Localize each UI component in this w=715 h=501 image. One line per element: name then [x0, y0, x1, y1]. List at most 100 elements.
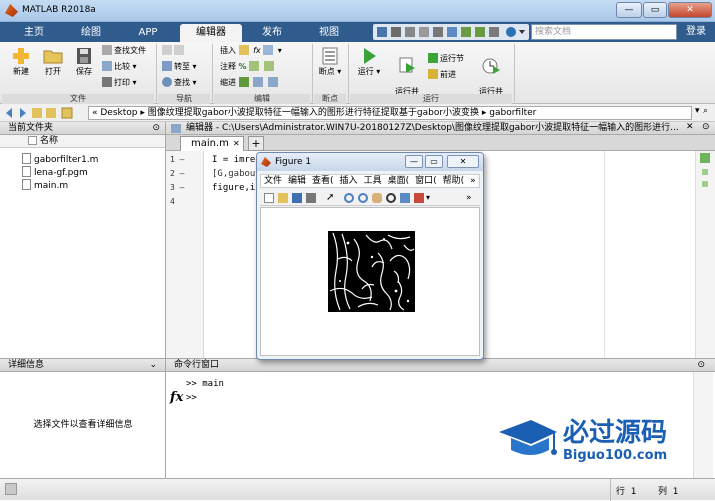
- run-button[interactable]: 运行 ▾: [354, 47, 384, 77]
- brush-dropdown-icon[interactable]: ▾: [426, 193, 436, 203]
- tab-home[interactable]: 主页: [4, 24, 64, 42]
- editor-tab-main[interactable]: main.m ✕: [180, 136, 244, 151]
- open-button[interactable]: 打开: [38, 47, 68, 77]
- group-divider: [348, 44, 349, 102]
- quick-access-toolbar: [373, 24, 529, 40]
- editor-path: 编辑器 - C:\Users\Administrator.WIN7U-20180…: [186, 123, 679, 133]
- insert-function-icon: [263, 45, 274, 55]
- group-divider: [312, 44, 313, 102]
- new-tab-button[interactable]: +: [248, 136, 264, 151]
- pointer-icon[interactable]: ➚: [326, 193, 336, 203]
- run-section-button[interactable]: 运行节: [428, 53, 464, 65]
- editor-scrollbar[interactable]: [695, 151, 715, 358]
- figure-title-bar[interactable]: Figure 1 — ▭ ✕: [257, 153, 483, 171]
- file-item[interactable]: lena-gf.pgm: [22, 166, 88, 179]
- command-window-menu-icon[interactable]: ⊙: [697, 359, 705, 372]
- minimize-button[interactable]: —: [616, 2, 642, 18]
- editor-close-icon[interactable]: ✕: [686, 122, 694, 132]
- folder-search-icon[interactable]: ⌕: [703, 106, 708, 116]
- find-files-button[interactable]: 查找文件: [102, 45, 146, 57]
- advance-icon: [428, 69, 438, 79]
- figure-window[interactable]: Figure 1 — ▭ ✕ 文件 编辑 查看(插入 工具 桌面(窗口(帮助(» ➚ ▾…: [256, 152, 484, 360]
- file-item[interactable]: gaborfilter1.m: [22, 153, 98, 166]
- zoom-in-icon[interactable]: [344, 193, 354, 203]
- code-line[interactable]: [G,gabou: [212, 168, 255, 180]
- toolbar-overflow-icon[interactable]: »: [466, 193, 476, 203]
- comment-label: 注释: [220, 62, 236, 71]
- tab-publish[interactable]: 发布: [244, 24, 300, 42]
- menu-tools[interactable]: 工具: [364, 176, 382, 186]
- open-label: 打开: [45, 67, 61, 76]
- search-docs-input[interactable]: 搜索文档: [531, 24, 677, 40]
- advance-button[interactable]: 前进: [428, 69, 456, 81]
- address-dropdown-icon[interactable]: ▾: [695, 106, 700, 116]
- zoom-out-icon[interactable]: [358, 193, 368, 203]
- menu-insert[interactable]: 插入: [340, 176, 358, 186]
- window-title: MATLAB R2018a: [22, 5, 96, 15]
- code-line[interactable]: I = imre: [212, 154, 255, 166]
- tab-plots[interactable]: 绘图: [64, 24, 118, 42]
- rotate-icon[interactable]: [386, 193, 396, 203]
- pan-hand-icon[interactable]: [372, 193, 382, 203]
- row-label: 行: [616, 487, 626, 497]
- find-button[interactable]: 查找 ▾: [162, 77, 197, 89]
- open-file-icon[interactable]: [278, 193, 288, 203]
- print-figure-icon[interactable]: [306, 193, 316, 203]
- data-cursor-icon[interactable]: [400, 193, 410, 203]
- line-number: 2 —: [170, 169, 185, 178]
- current-folder-path[interactable]: « Desktop ▸ 图像纹理提取gabor小波提取特征一幅输入的图形进行特征…: [88, 106, 692, 120]
- row-indicator: 行 1: [616, 484, 636, 497]
- save-figure-icon[interactable]: [292, 193, 302, 203]
- new-figure-icon[interactable]: [264, 193, 274, 203]
- login-button[interactable]: 登录: [680, 24, 712, 40]
- insert-label: 插入: [220, 46, 236, 55]
- editor-menu-icon[interactable]: ⊙: [702, 122, 710, 132]
- brush-icon[interactable]: [414, 193, 424, 203]
- print-button[interactable]: 打印 ▾: [102, 77, 137, 89]
- command-prompt[interactable]: >>: [186, 393, 197, 403]
- goto-button[interactable]: 转至 ▾: [162, 61, 197, 73]
- column-checkbox-icon: [28, 136, 37, 145]
- tab-close-icon[interactable]: ✕: [233, 137, 240, 151]
- address-bar: « Desktop ▸ 图像纹理提取gabor小波提取特征一幅输入的图形进行特征…: [0, 104, 715, 122]
- save-button[interactable]: 保存: [70, 47, 98, 77]
- matlab-logo-icon: [5, 4, 18, 17]
- figure-canvas[interactable]: [260, 207, 480, 356]
- indent-button[interactable]: 缩进: [220, 77, 280, 89]
- breakpoints-button[interactable]: 断点 ▾: [316, 47, 344, 77]
- collapse-chevron-icon[interactable]: ⌄: [149, 359, 157, 372]
- panel-menu-icon[interactable]: ⊙: [152, 122, 160, 135]
- close-button[interactable]: ✕: [668, 2, 712, 18]
- menu-edit[interactable]: 编辑: [288, 176, 306, 186]
- menu-overflow[interactable]: »: [470, 176, 476, 186]
- run-advance-icon: [399, 57, 415, 73]
- comment-button[interactable]: 注释 %: [220, 61, 276, 73]
- file-name: gaborfilter1.m: [34, 155, 99, 165]
- nav-back-forward[interactable]: [162, 45, 186, 57]
- menu-desktop[interactable]: 桌面(: [388, 176, 410, 186]
- tab-apps[interactable]: APP: [118, 24, 178, 42]
- print-label: 打印: [114, 78, 130, 87]
- column-header[interactable]: 名称: [0, 135, 165, 148]
- code-line[interactable]: figure,i: [212, 182, 255, 194]
- function-browser-icon[interactable]: fx: [170, 390, 183, 405]
- figure-minimize-button[interactable]: —: [405, 155, 423, 168]
- figure-close-button[interactable]: ✕: [447, 155, 479, 168]
- menu-help[interactable]: 帮助(: [443, 176, 465, 186]
- nav-group-label: 导航: [158, 94, 210, 104]
- file-item[interactable]: main.m: [22, 179, 68, 192]
- find-files-icon: [102, 45, 112, 55]
- menu-view[interactable]: 查看(: [312, 176, 334, 186]
- breakpoint-group-label: 断点: [314, 94, 346, 104]
- tab-view[interactable]: 视图: [300, 24, 358, 42]
- new-button[interactable]: 新建: [6, 47, 36, 77]
- maximize-button[interactable]: ▭: [643, 2, 667, 18]
- editor-header: 编辑器 - C:\Users\Administrator.WIN7U-20180…: [166, 122, 715, 135]
- insert-button[interactable]: 插入 fx ▾: [220, 45, 282, 57]
- watermark-url: Biguo100.com: [563, 448, 668, 463]
- figure-maximize-button[interactable]: ▭: [425, 155, 443, 168]
- compare-button[interactable]: 比较 ▾: [102, 61, 137, 73]
- menu-file[interactable]: 文件: [264, 176, 282, 186]
- menu-window[interactable]: 窗口(: [415, 176, 437, 186]
- tab-editor[interactable]: 编辑器: [180, 24, 242, 42]
